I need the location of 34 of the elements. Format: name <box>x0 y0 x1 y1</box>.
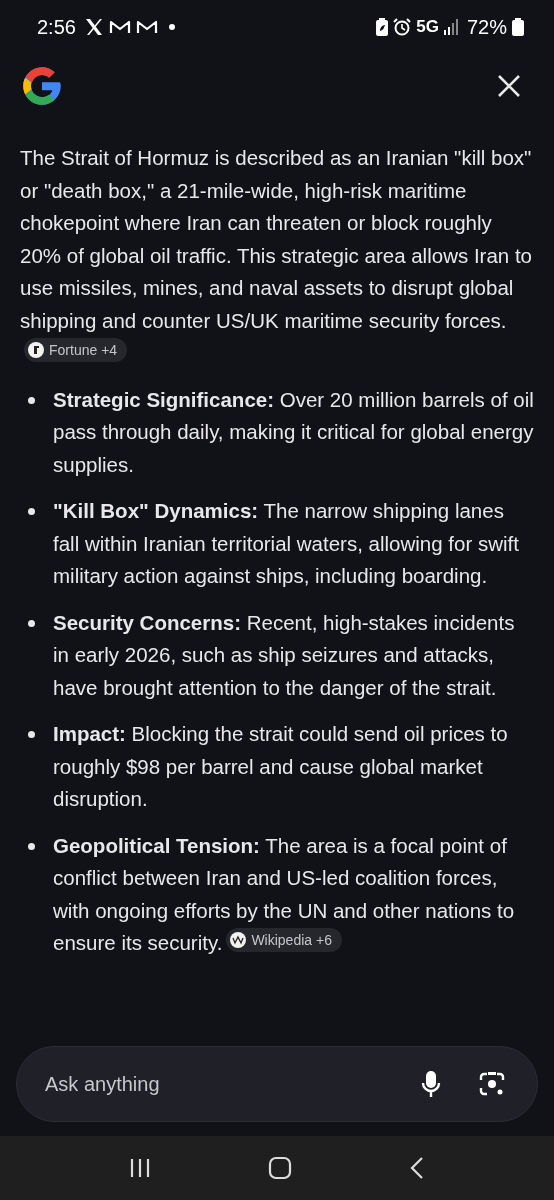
bullet-text: Impact: Blocking the strait could send oil prices to roughly $98 per barrel and cause global market disruption. <box>53 721 509 812</box>
home-icon[interactable] <box>268 1156 292 1180</box>
bullet-text: Geopolitical Tension: The area is a focal point of conflict between Iran and US-led coalition forces, with ongoing efforts by the UN and other nations to ensure its security. Wikipedia +6 <box>53 832 516 956</box>
battery-saver-icon <box>376 18 389 36</box>
google-logo-icon <box>20 64 64 108</box>
network-type: 5G <box>416 17 439 37</box>
bullet-icon <box>28 508 35 515</box>
source-icon <box>230 932 247 948</box>
camera-search-icon[interactable] <box>479 1071 505 1097</box>
bullet-icon <box>28 731 35 738</box>
back-icon[interactable] <box>409 1156 426 1180</box>
answer-paragraph: The Strait of Hormuz is described as an Iranian "kill box" or "death box," a 21-mile-wide, high-risk maritime chokepoint where Iran can threaten or block roughly 20% of global oil traffic. This strategic area allows Iran to use missiles, mines, and naval assets to disrupt global shipping and counter US/UK maritime security forces. Fortune +4 <box>20 142 534 370</box>
battery-icon <box>512 18 524 36</box>
source-chip[interactable]: Wikipedia +6 <box>226 928 342 952</box>
source-chip[interactable]: Fortune +4 <box>24 338 128 362</box>
battery-percent: 72% <box>466 15 507 39</box>
mail-icon <box>108 19 131 35</box>
mail-icon <box>135 19 158 35</box>
bullet-icon <box>28 842 35 850</box>
search-field[interactable]: Ask anything <box>43 1071 383 1097</box>
close-button[interactable] <box>496 73 522 99</box>
signal-icon <box>443 19 458 35</box>
notification-dot-icon <box>168 24 175 30</box>
alarm-icon <box>393 18 412 36</box>
x-logo-icon <box>83 18 104 36</box>
microphone-icon[interactable] <box>421 1070 441 1098</box>
source-icon <box>28 342 44 358</box>
bullet-text: Strategic Significance: Over 20 million barrels of oil pass through daily, making it critical for global energy supplies. <box>53 386 534 478</box>
status-time: 2:56 <box>37 15 76 39</box>
bullet-text: Security Concerns: Recent, high-stakes incidents in early 2026, such as ship seizures and attacks, have brought attention to the danger of the strait. <box>53 609 516 701</box>
bullet-icon <box>28 396 35 404</box>
bullet-icon <box>28 619 35 627</box>
bullet-text: "Kill Box" Dynamics: The narrow shipping lanes fall within Iranian territorial waters, allowing for swift military action against ships, including boarding. <box>53 498 520 589</box>
recent-apps-icon[interactable] <box>128 1157 151 1179</box>
